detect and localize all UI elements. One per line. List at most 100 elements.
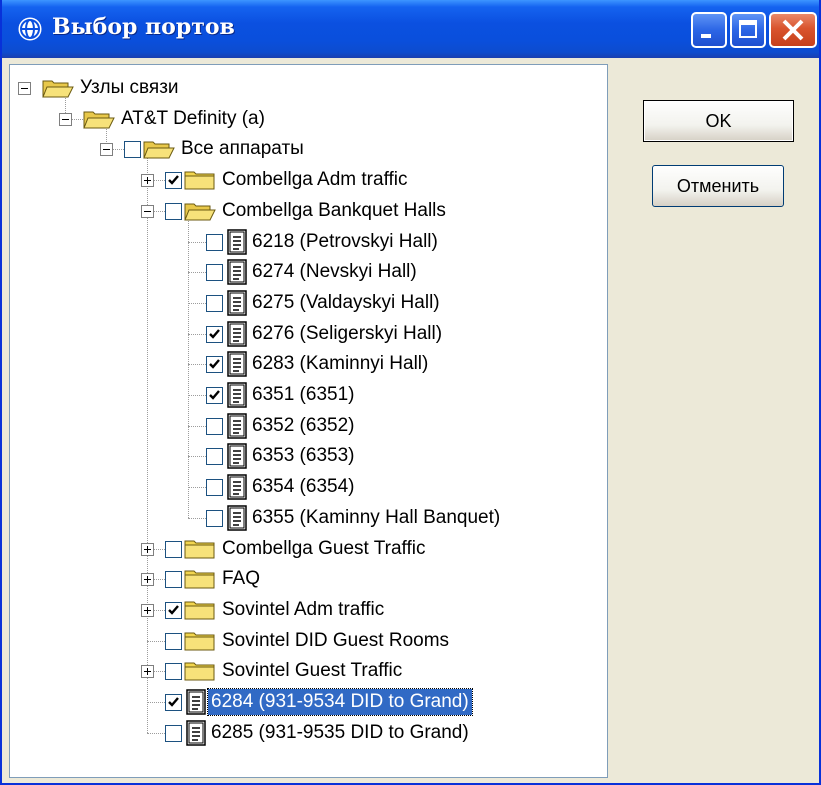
tree-item-port[interactable]: 6351 (6351) — [10, 380, 607, 410]
tree-item-label: 6354 (6354) — [252, 476, 355, 498]
tree-item-group[interactable]: Combellga Bankquet Halls — [10, 196, 607, 226]
tree-item-label: 6275 (Valdayskyi Hall) — [252, 291, 440, 313]
folder-open-icon — [42, 77, 74, 99]
expand-plus-icon[interactable] — [141, 174, 154, 188]
checkbox-unchecked[interactable] — [206, 509, 223, 527]
folder-icon — [184, 630, 216, 652]
document-icon — [227, 474, 247, 500]
collapse-minus-icon[interactable] — [141, 204, 154, 218]
tree-item-group[interactable]: AT&T Definity (a) — [10, 104, 607, 134]
globe-icon — [18, 17, 42, 41]
tree-item-label: 6355 (Kaminny Hall Banquet) — [252, 506, 501, 528]
maximize-icon — [739, 20, 757, 38]
tree-item-port[interactable]: 6283 (Kaminnyi Hall) — [10, 349, 607, 379]
checkbox-unchecked[interactable] — [165, 632, 182, 650]
checkbox-unchecked[interactable] — [165, 202, 182, 220]
checkbox-unchecked[interactable] — [206, 294, 223, 312]
tree-item-label: Узлы связи — [80, 77, 179, 98]
title-bar[interactable]: Выбор портов — [2, 0, 819, 58]
tree-item-label: Combellga Adm traffic — [222, 169, 408, 191]
tree-item-group[interactable]: Combellga Adm traffic — [10, 165, 607, 195]
checkbox-unchecked[interactable] — [206, 233, 223, 251]
tree-item-label: 6352 (6352) — [252, 414, 355, 436]
close-button[interactable] — [769, 12, 817, 48]
tree-item-group[interactable]: Все аппараты — [10, 134, 607, 164]
collapse-minus-icon[interactable] — [18, 82, 31, 95]
checkmark-icon — [209, 359, 220, 370]
tree-item-port[interactable]: 6218 (Petrovskyi Hall) — [10, 227, 607, 257]
cancel-button[interactable]: Отменить — [652, 165, 784, 207]
tree-item-group[interactable]: FAQ — [10, 564, 607, 594]
folder-icon — [184, 599, 216, 621]
tree-item-group[interactable]: Combellga Guest Traffic — [10, 534, 607, 564]
tree-guide-line — [188, 333, 208, 335]
tree-item-group[interactable]: Узлы связи — [10, 73, 607, 103]
tree-item-label: Combellga Bankquet Halls — [222, 199, 446, 221]
document-icon — [227, 443, 247, 470]
tree-guide-line — [188, 241, 208, 243]
tree-item-label: 6274 (Nevskyi Hall) — [252, 261, 417, 283]
port-selection-dialog: Выбор портов Узлы связи AT&T Definity (a)… — [0, 0, 821, 785]
checkbox-checked[interactable] — [165, 601, 182, 619]
maximize-button[interactable] — [730, 12, 766, 48]
checkbox-checked[interactable] — [206, 325, 223, 343]
checkbox-checked[interactable] — [206, 387, 223, 404]
tree-item-port[interactable]: 6352 (6352) — [10, 411, 607, 441]
checkbox-checked[interactable] — [165, 694, 182, 711]
folder-icon — [184, 660, 216, 682]
tree-item-port[interactable]: 6355 (Kaminny Hall Banquet) — [10, 503, 607, 533]
tree-guide-line — [188, 425, 208, 427]
checkbox-unchecked[interactable] — [124, 141, 141, 159]
tree-item-port[interactable]: 6275 (Valdayskyi Hall) — [10, 288, 607, 318]
checkbox-checked[interactable] — [165, 172, 182, 190]
expand-plus-icon[interactable] — [141, 603, 154, 617]
ok-button[interactable]: OK — [643, 100, 794, 142]
expand-plus-icon[interactable] — [141, 573, 154, 587]
tree-guide-line — [188, 487, 208, 489]
tree-item-label: 6284 (931-9534 DID to Grand) — [207, 688, 473, 716]
checkbox-unchecked[interactable] — [165, 724, 182, 742]
checkbox-unchecked[interactable] — [165, 540, 182, 558]
collapse-minus-icon[interactable] — [59, 112, 72, 126]
folder-icon — [184, 538, 216, 560]
tree-item-port[interactable]: 6274 (Nevskyi Hall) — [10, 257, 607, 287]
checkmark-icon — [168, 697, 179, 707]
checkmark-icon — [209, 390, 220, 400]
document-icon — [227, 320, 247, 347]
tree-item-label: FAQ — [222, 568, 261, 590]
tree-guide-line — [147, 732, 167, 734]
document-icon — [186, 719, 206, 746]
collapse-minus-icon[interactable] — [100, 143, 113, 157]
checkmark-icon — [168, 605, 179, 615]
tree-item-group[interactable]: Sovintel DID Guest Rooms — [10, 626, 607, 656]
tree-guide-line — [188, 302, 208, 304]
checkbox-unchecked[interactable] — [206, 264, 223, 282]
folder-open-icon — [83, 108, 115, 130]
tree-item-group[interactable]: Sovintel Adm traffic — [10, 595, 607, 625]
checkbox-unchecked[interactable] — [165, 571, 182, 589]
expand-plus-icon[interactable] — [141, 542, 154, 556]
expand-plus-icon[interactable] — [141, 665, 154, 679]
tree-guide-line — [147, 640, 167, 642]
checkbox-unchecked[interactable] — [206, 479, 223, 497]
minimize-icon — [701, 34, 711, 38]
folder-open-icon — [143, 138, 175, 160]
tree-item-port[interactable]: 6276 (Seligerskyi Hall) — [10, 319, 607, 349]
checkbox-unchecked[interactable] — [165, 663, 182, 681]
tree-item-port[interactable]: 6285 (931-9535 DID to Grand) — [10, 718, 607, 748]
tree-guide-line — [188, 272, 208, 274]
checkbox-unchecked[interactable] — [206, 448, 223, 466]
minimize-button[interactable] — [691, 12, 727, 48]
tree-guide-line — [147, 702, 167, 703]
tree-item-port[interactable]: 6354 (6354) — [10, 472, 607, 502]
port-tree[interactable]: Узлы связи AT&T Definity (a) Все аппараты C… — [9, 64, 608, 778]
tree-item-port[interactable]: 6353 (6353) — [10, 441, 607, 471]
checkbox-checked[interactable] — [206, 356, 223, 374]
tree-item-label: Combellga Guest Traffic — [222, 537, 426, 559]
tree-item-label: AT&T Definity (a) — [121, 107, 265, 129]
document-icon — [186, 689, 206, 715]
checkbox-unchecked[interactable] — [206, 417, 223, 435]
tree-item-port[interactable]: 6284 (931-9534 DID to Grand) — [10, 687, 607, 717]
tree-item-group[interactable]: Sovintel Guest Traffic — [10, 656, 607, 686]
document-icon — [227, 505, 247, 531]
